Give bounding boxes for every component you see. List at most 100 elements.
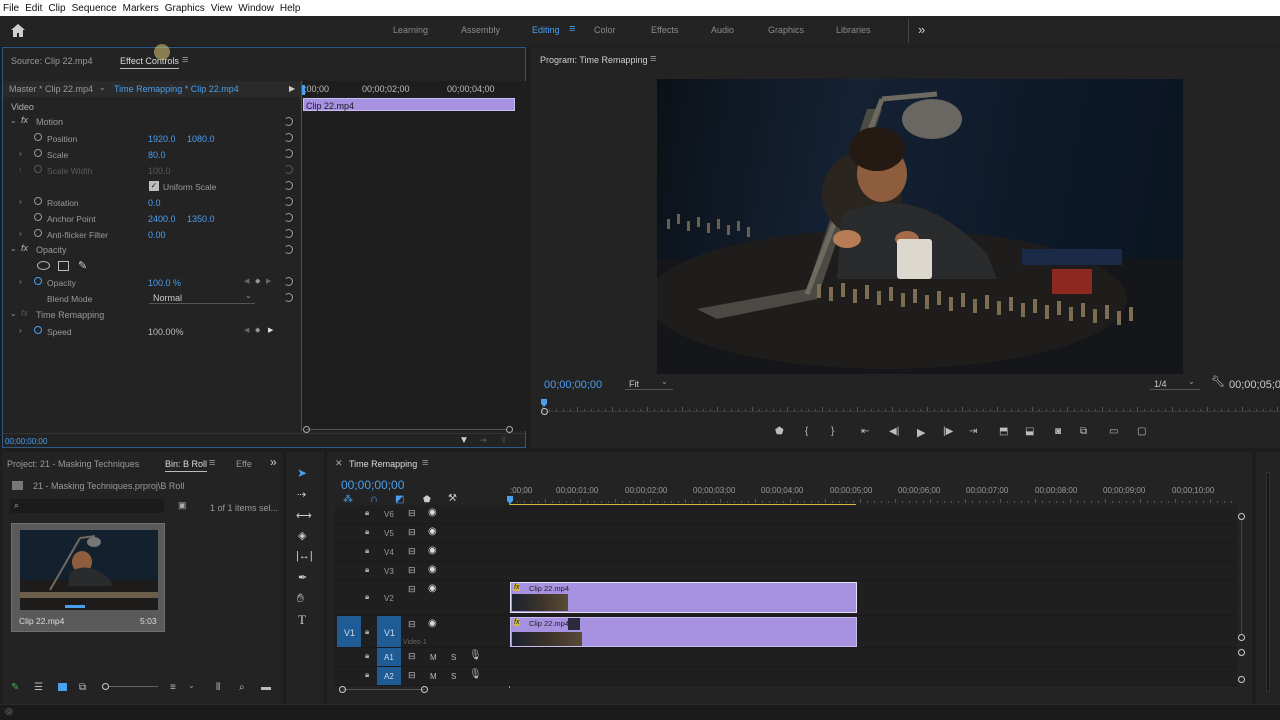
eye-icon[interactable]: ◉ xyxy=(428,564,437,575)
find-icon[interactable]: ⌕ xyxy=(239,682,245,693)
comment-icon[interactable]: ▢ xyxy=(1137,426,1146,437)
eye-icon[interactable]: ◉ xyxy=(428,545,437,556)
position-x-value[interactable]: 1920.0 xyxy=(148,134,176,144)
lock-icon[interactable]: 🔒︎ xyxy=(365,527,369,537)
mute-button[interactable]: M xyxy=(430,672,437,681)
lock-icon[interactable]: 🔒︎ xyxy=(365,627,369,637)
ws-tab-assembly[interactable]: Assembly xyxy=(461,25,500,35)
track-v2[interactable]: 🔒︎ V2 ⊟ ◉ fx Clip 22.mp4 xyxy=(335,581,1237,616)
new-bin-icon[interactable]: ▣ xyxy=(178,500,187,511)
track-v6[interactable]: 🔒︎ V6 ⊟ ◉ xyxy=(335,505,1237,524)
eye-icon[interactable]: ◉ xyxy=(428,618,437,629)
sync-icon[interactable]: ⊟ xyxy=(408,508,416,519)
audio-vscroll-handle[interactable] xyxy=(1238,649,1245,656)
ws-tab-learning[interactable]: Learning xyxy=(393,25,428,35)
scrollbar-handle-right[interactable] xyxy=(506,426,513,433)
home-icon[interactable] xyxy=(11,24,25,37)
freeform-view-icon[interactable]: ⧉ xyxy=(79,682,86,693)
chevron-right-icon[interactable]: › xyxy=(19,197,22,206)
next-keyframe-icon[interactable]: ▶ xyxy=(268,326,273,334)
menu-window[interactable]: Window xyxy=(235,3,277,14)
timeline-timecode[interactable]: 00;00;00;00 xyxy=(341,478,404,492)
program-title[interactable]: Program: Time Remapping xyxy=(540,55,648,65)
track-v1[interactable]: V1 🔒︎ V1 ⊟ ◉ Video 1 fx Clip 22.mp4 xyxy=(335,616,1237,648)
source-patch-v1[interactable]: V1 xyxy=(337,616,361,647)
ws-tab-editing[interactable]: Editing xyxy=(532,25,560,35)
timeline-hscroll[interactable] xyxy=(339,686,429,694)
scale-value[interactable]: 80.0 xyxy=(148,150,166,160)
stopwatch-icon[interactable] xyxy=(34,197,42,205)
close-icon[interactable]: ✕ xyxy=(335,458,343,469)
track-a2[interactable]: 🔒︎ A2 ⊟ M S 🎙︎ xyxy=(335,667,1237,686)
step-forward-icon[interactable]: |▶ xyxy=(943,426,953,437)
reset-icon[interactable] xyxy=(284,229,293,238)
stopwatch-icon[interactable] xyxy=(34,326,42,334)
lock-icon[interactable]: 🔒︎ xyxy=(365,546,369,556)
menu-file[interactable]: File xyxy=(0,3,22,14)
tab-project[interactable]: Project: 21 - Masking Techniques xyxy=(7,459,139,469)
position-y-value[interactable]: 1080.0 xyxy=(187,134,215,144)
menu-markers[interactable]: Markers xyxy=(120,3,162,14)
tab-effects[interactable]: Effe xyxy=(236,459,252,469)
sequence-label[interactable]: Time Remapping * Clip 22.mp4 xyxy=(114,84,239,94)
sync-icon[interactable]: ⊟ xyxy=(408,565,416,576)
chevron-down-icon[interactable]: ⌄ xyxy=(10,309,17,318)
ec-timeline[interactable]: ;00;00 00;00;02;00 00;00;04;00 Clip 22.m… xyxy=(301,81,527,431)
clip-v1[interactable]: fx Clip 22.mp4 xyxy=(510,617,857,647)
selection-tool-icon[interactable]: ➤ xyxy=(297,466,307,480)
play-icon[interactable]: ▶ xyxy=(289,84,295,93)
program-playhead[interactable] xyxy=(541,399,547,407)
opacity-section-row[interactable]: ⌄ fx Opacity xyxy=(3,242,301,258)
clip-v2[interactable]: fx Clip 22.mp4 xyxy=(510,582,857,613)
filter-icon[interactable]: ▼ xyxy=(459,435,469,446)
reset-icon[interactable] xyxy=(284,293,293,302)
chevron-right-icon[interactable]: › xyxy=(19,149,22,158)
extract-icon[interactable]: ⬓ xyxy=(1025,426,1034,437)
track-a1[interactable]: 🔒︎ A1 ⊟ M S 🎙︎ xyxy=(335,648,1237,667)
ws-menu-icon[interactable]: ≡ xyxy=(569,23,575,35)
icon-view-icon[interactable] xyxy=(58,683,67,691)
share-icon[interactable]: ⇪ xyxy=(500,435,508,446)
zoom-slider-handle[interactable] xyxy=(102,683,109,690)
add-marker-icon[interactable]: ⬟ xyxy=(775,426,784,437)
menu-view[interactable]: View xyxy=(208,3,236,14)
reset-icon[interactable] xyxy=(284,133,293,142)
stopwatch-icon[interactable] xyxy=(34,229,42,237)
automate-icon[interactable]: ⫴ xyxy=(216,682,220,693)
mark-in-icon[interactable]: { xyxy=(805,426,808,437)
add-keyframe-icon[interactable]: ◆ xyxy=(255,277,260,285)
export-icon[interactable]: ⇥ xyxy=(479,435,487,446)
reset-icon[interactable] xyxy=(284,197,293,206)
stopwatch-icon[interactable] xyxy=(34,277,42,285)
antiflicker-value[interactable]: 0.00 xyxy=(148,230,166,240)
add-marker-icon[interactable]: ⬟ xyxy=(423,494,431,505)
ws-tab-graphics[interactable]: Graphics xyxy=(768,25,804,35)
step-back-icon[interactable]: ◀| xyxy=(889,426,899,437)
chevron-down-icon[interactable]: ⌄ xyxy=(10,116,17,125)
wrench-icon[interactable]: 🔧︎ xyxy=(1211,375,1225,388)
overflow-icon[interactable]: » xyxy=(918,22,925,37)
ripple-edit-icon[interactable]: ⟷ xyxy=(296,509,312,522)
comparison-view-icon[interactable]: ⧉ xyxy=(1080,426,1087,437)
ws-tab-libraries[interactable]: Libraries xyxy=(836,25,871,35)
tab-source[interactable]: Source: Clip 22.mp4 xyxy=(11,56,93,66)
fx-icon[interactable]: fx xyxy=(21,243,28,253)
render-status-icon[interactable]: ◎ xyxy=(5,706,13,717)
list-view-icon[interactable]: ☰ xyxy=(34,682,43,693)
ellipse-mask-icon[interactable] xyxy=(37,261,50,270)
anchor-x-value[interactable]: 2400.0 xyxy=(148,214,176,224)
next-keyframe-icon[interactable]: ▶ xyxy=(266,277,271,285)
chevron-down-icon[interactable]: ⌄ xyxy=(99,83,106,92)
mark-out-icon[interactable]: } xyxy=(831,426,834,437)
track-select-icon[interactable]: ⇢ xyxy=(297,488,306,501)
program-ruler[interactable] xyxy=(541,399,1280,415)
ws-tab-audio[interactable]: Audio xyxy=(711,25,734,35)
camera-icon[interactable]: ◙ xyxy=(1055,426,1061,437)
time-remap-row[interactable]: ⌄ fx Time Remapping xyxy=(3,307,301,323)
stopwatch-icon[interactable] xyxy=(34,149,42,157)
ws-tab-effects[interactable]: Effects xyxy=(651,25,678,35)
eye-icon[interactable]: ◉ xyxy=(428,583,437,594)
rectangle-mask-icon[interactable] xyxy=(58,261,69,271)
go-to-in-icon[interactable]: ⇤ xyxy=(861,426,869,437)
nest-icon[interactable]: ⁂ xyxy=(343,494,353,505)
